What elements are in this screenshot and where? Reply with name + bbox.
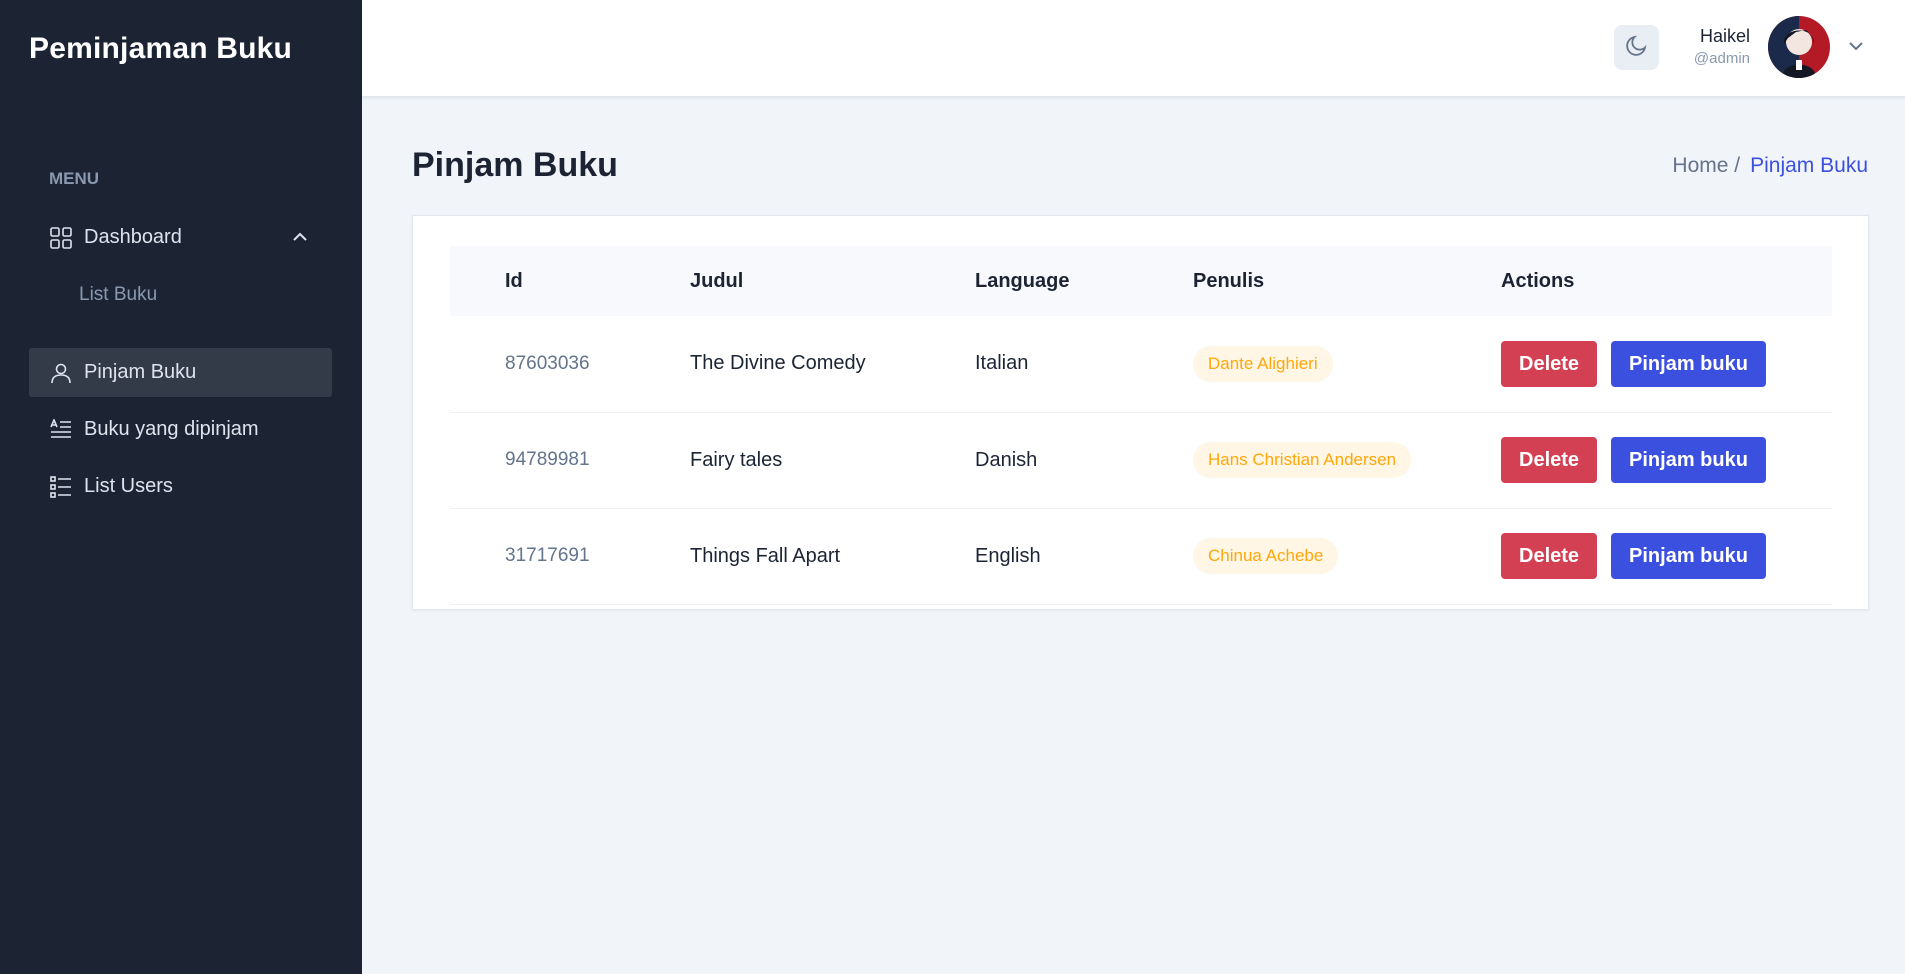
cell-id: 31717691 (505, 545, 590, 566)
user-role: @admin (1693, 50, 1750, 67)
sidebar-item-label: Buku yang dipinjam (84, 418, 259, 440)
cell-language: Italian (975, 352, 1029, 375)
cell-penulis: Hans Christian Andersen (1193, 412, 1501, 508)
delete-button[interactable]: Delete (1501, 533, 1598, 579)
cell-id: 87603036 (505, 352, 590, 374)
list-icon (49, 475, 73, 499)
moon-icon (1624, 32, 1650, 63)
author-badge: Dante Alighieri (1193, 345, 1333, 382)
cell-language: Danish (975, 448, 1038, 471)
author-badge: Hans Christian Andersen (1193, 442, 1412, 478)
avatar[interactable] (1768, 16, 1830, 78)
cell-judul: The Divine Comedy (690, 352, 866, 375)
books-table: Id Judul Language Penulis Actions 876030… (450, 246, 1832, 605)
table-row: 94789981 Fairy tales Danish Hans Christi… (450, 412, 1832, 508)
column-header-id: Id (505, 269, 523, 292)
table-header-row: Id Judul Language Penulis Actions (450, 246, 1832, 316)
page-title: Pinjam Buku (412, 146, 618, 184)
chevron-up-icon[interactable] (290, 227, 310, 247)
table-row: 87603036 The Divine Comedy Italian Dante… (450, 316, 1832, 412)
pinjam-buku-button[interactable]: Pinjam buku (1611, 533, 1766, 579)
cell-judul: Things Fall Apart (690, 544, 841, 567)
brand-title[interactable]: Peminjaman Buku (29, 32, 292, 66)
cell-id: 94789981 (505, 449, 590, 470)
cell-penulis: Dante Alighieri (1193, 316, 1501, 412)
breadcrumb-home-link[interactable]: Home / (1672, 154, 1740, 178)
delete-button[interactable]: Delete (1501, 437, 1598, 483)
cell-language: English (975, 544, 1041, 567)
chevron-down-icon[interactable] (1846, 36, 1866, 56)
column-header-actions: Actions (1501, 269, 1575, 292)
sidebar-item-pinjam-buku[interactable]: Pinjam Buku (29, 348, 332, 397)
sidebar-item-list-buku[interactable]: List Buku (79, 284, 157, 306)
delete-button[interactable]: Delete (1501, 340, 1598, 387)
user-name: Haikel (1699, 26, 1750, 46)
table-row: 31717691 Things Fall Apart English Chinu… (450, 508, 1832, 604)
sidebar-item-label: Pinjam Buku (84, 361, 197, 383)
cell-judul: Fairy tales (690, 448, 783, 471)
sidebar-item-buku-dipinjam[interactable]: Buku yang dipinjam (29, 405, 332, 454)
sidebar-item-dashboard[interactable]: Dashboard (29, 213, 332, 262)
author-badge: Chinua Achebe (1193, 538, 1339, 574)
column-header-judul: Judul (690, 269, 744, 292)
cell-actions: Delete Pinjam buku (1501, 412, 1832, 508)
sidebar-item-label: Dashboard (84, 226, 182, 248)
column-header-language: Language (975, 269, 1070, 292)
user-icon (49, 361, 73, 385)
top-header (362, 0, 1905, 97)
sidebar-item-label: List Users (84, 475, 173, 497)
cell-penulis: Chinua Achebe (1193, 508, 1501, 604)
theme-toggle-button[interactable] (1614, 25, 1659, 70)
pinjam-buku-button[interactable]: Pinjam buku (1611, 437, 1766, 483)
sidebar: Peminjaman Buku MENU Dashboard List Buku… (0, 0, 362, 974)
cell-actions: Delete Pinjam buku (1501, 316, 1832, 412)
breadcrumb-current: Pinjam Buku (1750, 154, 1868, 177)
grid-icon (49, 226, 73, 250)
text-align-icon (49, 418, 73, 442)
books-table-card: Id Judul Language Penulis Actions 876030… (412, 215, 1869, 610)
sidebar-item-list-users[interactable]: List Users (29, 462, 332, 511)
column-header-penulis: Penulis (1193, 269, 1265, 292)
cell-actions: Delete Pinjam buku (1501, 508, 1832, 604)
pinjam-buku-button[interactable]: Pinjam buku (1611, 340, 1766, 387)
breadcrumb: Home / Pinjam Buku (1672, 154, 1868, 178)
menu-section-label: MENU (49, 169, 100, 188)
